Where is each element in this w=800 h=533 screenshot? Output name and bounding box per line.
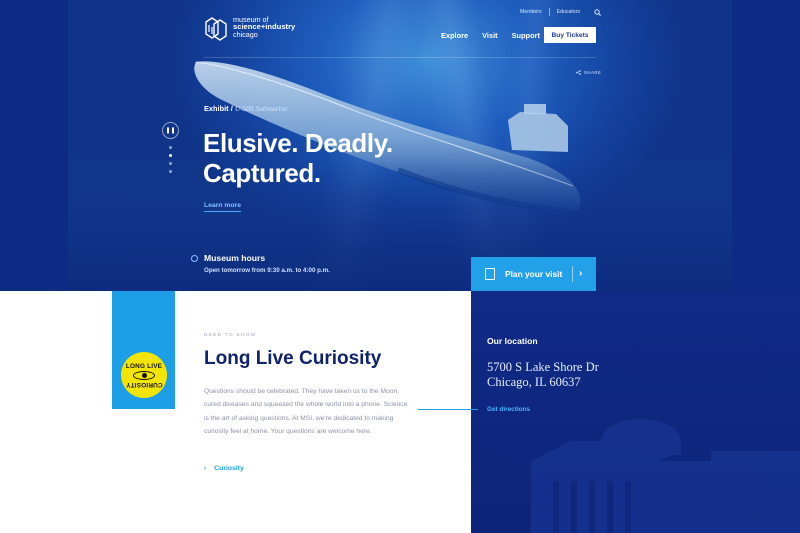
nav-support[interactable]: Support [512, 31, 540, 40]
location-title: Our location [487, 336, 538, 346]
plan-visit-label: Plan your visit [505, 269, 563, 279]
museum-hours-title: Museum hours [204, 253, 266, 263]
clipboard-icon [485, 268, 495, 280]
location-address: 5700 S Lake Shore Dr Chicago, IL 60637 [487, 360, 599, 390]
pause-button[interactable]: ❚❚ [162, 122, 179, 139]
share-label: SHARE [584, 70, 602, 75]
share-icon [576, 70, 581, 75]
search-icon[interactable] [594, 8, 601, 16]
headline-line-2: Captured. [203, 158, 321, 188]
section-title: Long Live Curiosity [204, 348, 382, 369]
slide-dot[interactable] [169, 146, 172, 149]
chevron-right-icon: › [579, 268, 583, 279]
plan-divider [572, 266, 573, 282]
hero-section [68, 0, 732, 291]
curiosity-link[interactable]: › Curiosity [204, 465, 244, 472]
educators-link[interactable]: Educators [557, 9, 580, 15]
badge-bottom-text: CURIOSITY [125, 380, 163, 388]
curiosity-badge: LONG LIVE CURIOSITY [121, 352, 167, 398]
slide-dot[interactable] [169, 170, 172, 173]
section-body: Questions should be celebrated. They hav… [204, 388, 408, 435]
directions-connector-line [418, 409, 478, 410]
nav-visit[interactable]: Visit [482, 31, 497, 40]
members-link[interactable]: Members [520, 9, 542, 15]
slide-dot-active[interactable] [169, 154, 172, 157]
museum-hours-text: Open tomorrow from 9:30 a.m. to 4:00 p.m… [204, 267, 330, 274]
exhibit-eyebrow: Exhibit / U-505 Submarine [204, 104, 288, 113]
buy-tickets-button[interactable]: Buy Tickets [544, 27, 596, 43]
share-button[interactable]: SHARE [576, 70, 601, 75]
chevron-right-icon: › [204, 465, 207, 472]
plan-visit-button[interactable]: Plan your visit › [471, 257, 596, 291]
utility-divider [548, 8, 550, 16]
pause-icon: ❚❚ [165, 128, 176, 134]
address-line-1: 5700 S Lake Shore Dr [487, 360, 599, 374]
logo-line-3: chicago [233, 29, 258, 39]
address-line-2: Chicago, IL 60637 [487, 375, 581, 389]
clock-icon [191, 255, 198, 262]
headline-line-1: Elusive. Deadly. [203, 128, 393, 158]
eye-icon [133, 370, 155, 380]
main-nav: Explore Visit Support [441, 31, 554, 40]
curiosity-link-label: Curiosity [214, 465, 244, 472]
utility-nav: Members Educators [520, 8, 601, 16]
hero-headline: Elusive. Deadly. Captured. [203, 128, 393, 188]
msi-logo-icon [205, 17, 227, 41]
learn-more-link[interactable]: Learn more [204, 202, 242, 212]
nav-explore[interactable]: Explore [441, 31, 468, 40]
badge-top-text: LONG LIVE [125, 362, 163, 370]
hero-vignette [68, 0, 732, 291]
eyebrow-exhibit-name[interactable]: U-505 Submarine [235, 104, 288, 113]
eyebrow-prefix: Exhibit / [204, 104, 233, 113]
header-divider [204, 57, 596, 58]
logo-text: museum of science+industry chicago [233, 16, 295, 39]
get-directions-link[interactable]: Get directions [487, 406, 530, 413]
slide-dot[interactable] [169, 162, 172, 165]
museum-logo[interactable]: museum of science+industry chicago [204, 16, 295, 42]
need-to-know-eyebrow: NEED TO KNOW [204, 332, 257, 337]
